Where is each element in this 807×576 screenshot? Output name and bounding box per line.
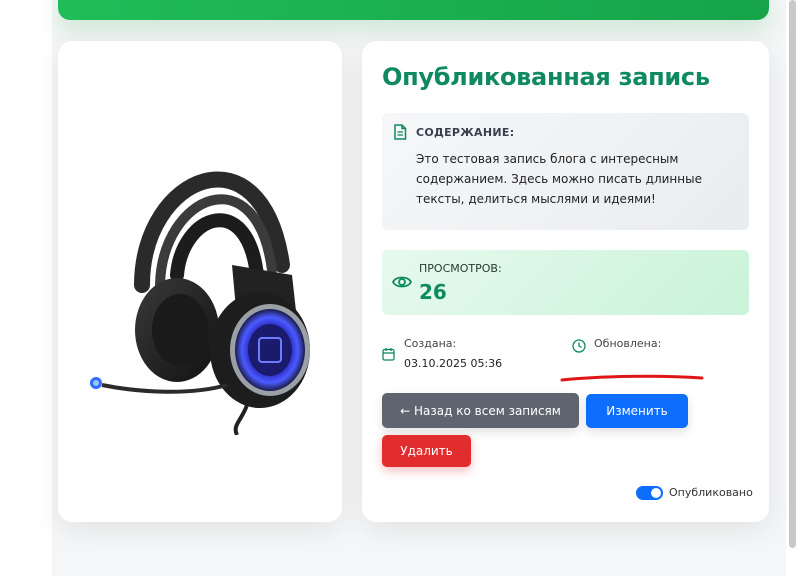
header-banner [58, 0, 769, 20]
updated-label: Обновлена: [594, 337, 662, 350]
published-toggle-control[interactable]: Опубликовано [636, 484, 761, 504]
eye-icon [392, 276, 412, 288]
content-section: СОДЕРЖАНИЕ: Это тестовая запись блога с … [382, 113, 749, 230]
back-to-all-posts-button[interactable]: ← Назад ко всем записям [382, 393, 579, 428]
calendar-icon [382, 348, 395, 361]
edit-button[interactable]: Изменить [586, 394, 688, 428]
red-underline-annotation [560, 374, 704, 382]
document-icon [394, 124, 407, 140]
delete-button[interactable]: Удалить [382, 435, 471, 467]
views-section: ПРОСМОТРОВ: 26 [382, 250, 749, 315]
page-title: Опубликованная запись [382, 63, 710, 91]
content-text: Это тестовая запись блога с интересным с… [416, 152, 702, 206]
headphones-image [90, 171, 310, 435]
post-details-card: Опубликованная запись СОДЕРЖАНИЕ: Это те… [362, 41, 769, 522]
created-info: Создана: 03.10.2025 05:36 [382, 337, 552, 377]
image-card [58, 41, 342, 522]
created-value: 03.10.2025 05:36 [404, 357, 503, 370]
published-toggle[interactable] [636, 486, 663, 500]
toggle-knob [651, 488, 661, 498]
updated-info: Обновлена: [572, 337, 722, 361]
left-gutter [0, 0, 52, 576]
content-heading: СОДЕРЖАНИЕ: [416, 126, 515, 139]
views-label: ПРОСМОТРОВ: [419, 262, 502, 275]
clock-icon [572, 339, 586, 353]
scrollbar-thumb[interactable] [789, 0, 796, 548]
published-label: Опубликовано [669, 486, 753, 499]
views-count: 26 [419, 280, 447, 304]
created-label: Создана: [404, 337, 457, 350]
